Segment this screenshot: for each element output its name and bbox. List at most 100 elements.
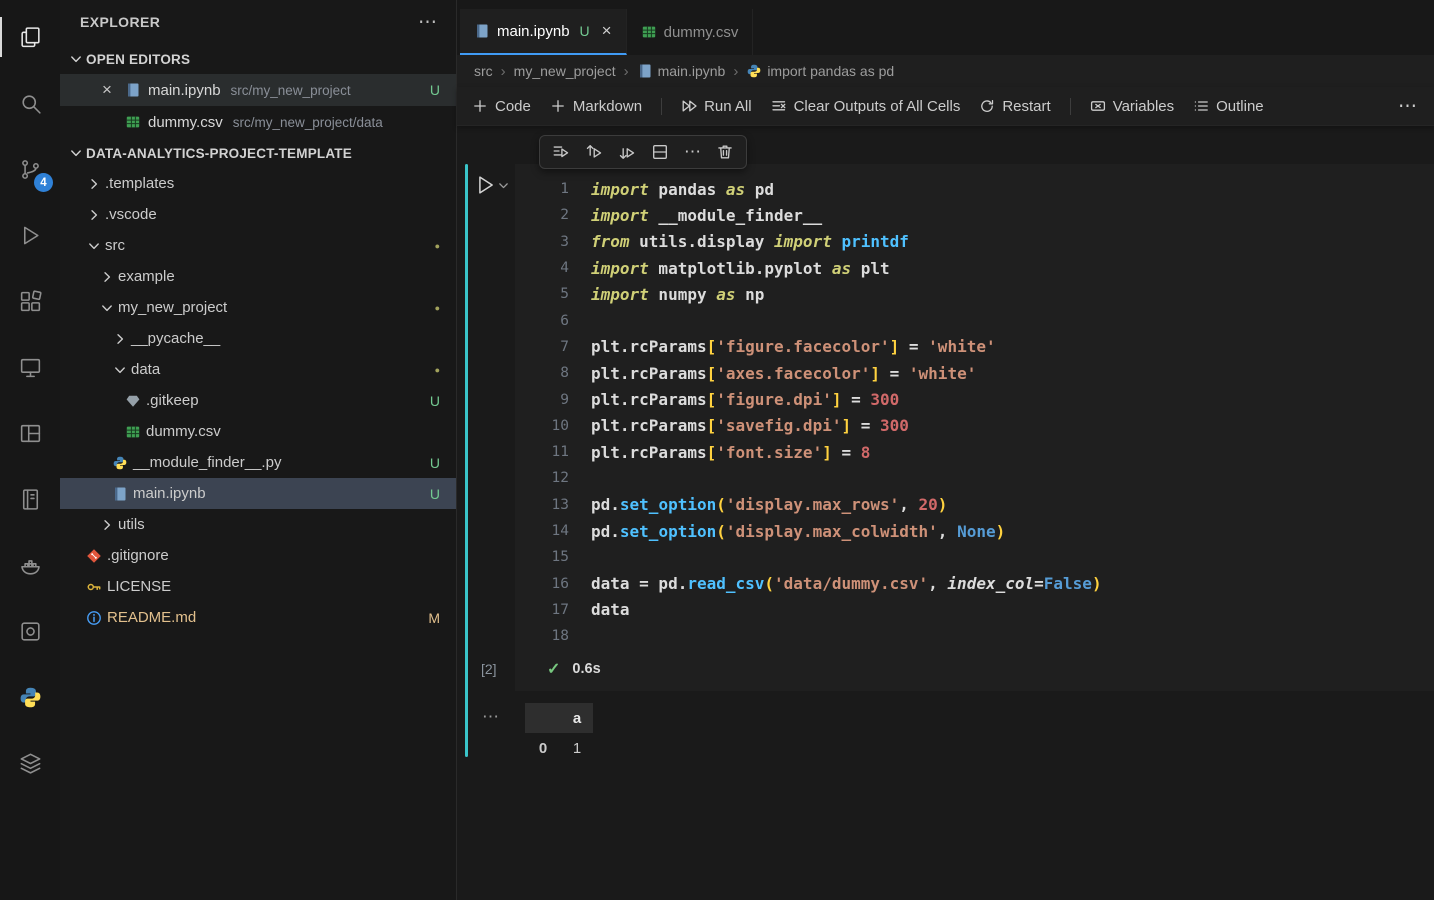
breadcrumb-item-main-ipynb[interactable]: main.ipynb bbox=[637, 63, 726, 79]
close-tab-icon[interactable]: × bbox=[602, 21, 612, 41]
code-line: 4 import matplotlib.pyplot as plt bbox=[515, 255, 1434, 281]
file-item-license[interactable]: LICENSE bbox=[60, 571, 456, 602]
toolbar-button-clear-outputs-of-all-cells[interactable]: Clear Outputs of All Cells bbox=[771, 98, 961, 115]
chevron-icon bbox=[99, 300, 115, 316]
activity-bar-item-extensions[interactable] bbox=[0, 268, 60, 334]
toolbar-button-code[interactable]: Code bbox=[472, 98, 531, 115]
execution-duration: 0.6s bbox=[572, 661, 600, 677]
tab-main-ipynb[interactable]: main.ipynbU× bbox=[460, 9, 627, 55]
toolbar-more-actions-button[interactable]: ⋯ bbox=[1398, 95, 1417, 118]
activity-bar-item-search[interactable] bbox=[0, 70, 60, 136]
folder-item-data[interactable]: data ● bbox=[60, 354, 456, 385]
item-label: .gitkeep bbox=[146, 392, 199, 409]
breadcrumb-item-my-new-project[interactable]: my_new_project bbox=[514, 63, 616, 79]
tab-dummy-csv[interactable]: dummy.csv bbox=[627, 9, 754, 55]
python-file-icon bbox=[746, 63, 762, 79]
file-item-dummy-csv[interactable]: dummy.csv bbox=[60, 416, 456, 447]
code-text: plt.rcParams['figure.facecolor'] = 'whit… bbox=[591, 337, 996, 356]
key-icon bbox=[86, 579, 102, 595]
info-icon bbox=[86, 610, 102, 626]
file-tree: .templates.vscodesrc●examplemy_new_proje… bbox=[60, 168, 456, 633]
activity-bar-item-panel-layout[interactable] bbox=[0, 400, 60, 466]
run-below-button[interactable] bbox=[618, 143, 636, 161]
explorer-icon bbox=[18, 25, 43, 50]
workspace-section-header[interactable]: DATA-ANALYTICS-PROJECT-TEMPLATE bbox=[60, 138, 456, 168]
file-item-gitignore[interactable]: .gitignore bbox=[60, 540, 456, 571]
line-number: 13 bbox=[515, 497, 569, 513]
line-number: 4 bbox=[515, 260, 569, 276]
activity-bar-item-run-and-debug[interactable] bbox=[0, 202, 60, 268]
folder-item-vscode[interactable]: .vscode bbox=[60, 199, 456, 230]
more-button[interactable]: ⋯ bbox=[684, 142, 701, 162]
variables-icon bbox=[1090, 98, 1106, 114]
run-by-line-button[interactable] bbox=[552, 143, 570, 161]
folder-item-src[interactable]: src● bbox=[60, 230, 456, 261]
code-text: import matplotlib.pyplot as plt bbox=[591, 259, 890, 278]
code-text: data bbox=[591, 600, 630, 619]
breadcrumb-item-src[interactable]: src bbox=[474, 63, 493, 79]
activity-bar-item-docker[interactable] bbox=[0, 532, 60, 598]
folder-item-utils[interactable]: utils bbox=[60, 509, 456, 540]
run-above-button[interactable] bbox=[585, 143, 603, 161]
activity-bar-item-remote-explorer[interactable] bbox=[0, 334, 60, 400]
line-number: 6 bbox=[515, 313, 569, 329]
toolbar-button-run-all[interactable]: Run All bbox=[681, 98, 752, 115]
folder-item-templates[interactable]: .templates bbox=[60, 168, 456, 199]
toolbar-button-variables[interactable]: Variables bbox=[1090, 98, 1174, 115]
activity-bar-item-explorer[interactable] bbox=[0, 4, 60, 70]
chevron-icon bbox=[99, 517, 115, 533]
toolbar-button-restart[interactable]: Restart bbox=[979, 98, 1050, 115]
breadcrumb-label: src bbox=[474, 63, 493, 79]
editor-area: main.ipynbU×dummy.csv src › my_new_project… bbox=[457, 0, 1434, 900]
folder-item-my-new-project[interactable]: my_new_project● bbox=[60, 292, 456, 323]
run-cell-button[interactable] bbox=[474, 174, 515, 196]
file-item-gitkeep[interactable]: .gitkeepU bbox=[60, 385, 456, 416]
sidebar-more-actions-button[interactable]: ⋯ bbox=[418, 11, 438, 34]
chevron-icon bbox=[86, 238, 102, 254]
outline-icon bbox=[1193, 98, 1209, 114]
notebook-toolbar: Code Markdown Run All Clear Outputs of All … bbox=[457, 87, 1434, 126]
run-all-icon bbox=[681, 98, 697, 114]
item-label: data bbox=[131, 361, 160, 378]
file-item-module-finder-py[interactable]: __module_finder__.pyU bbox=[60, 447, 456, 478]
activity-bar-item-notebook[interactable] bbox=[0, 466, 60, 532]
delete-button[interactable] bbox=[716, 143, 734, 161]
code-line: 9plt.rcParams['figure.dpi'] = 300 bbox=[515, 386, 1434, 412]
activity-bar-item-ports[interactable] bbox=[0, 598, 60, 664]
activity-bar-item-source-control[interactable]: 4 bbox=[0, 136, 60, 202]
toolbar-button-markdown[interactable]: Markdown bbox=[550, 98, 642, 115]
activity-bar-item-layers[interactable] bbox=[0, 730, 60, 796]
toolbar-button-label: Markdown bbox=[573, 98, 642, 115]
item-label: LICENSE bbox=[107, 578, 171, 595]
execution-summary: [2] ✓ 0.6s bbox=[515, 651, 1434, 687]
file-item-main-ipynb[interactable]: main.ipynbU bbox=[60, 478, 456, 509]
toolbar-button-outline[interactable]: Outline bbox=[1193, 98, 1264, 115]
line-number: 5 bbox=[515, 286, 569, 302]
notebook-icon bbox=[18, 487, 43, 512]
open-editor-item-main-ipynb[interactable]: ×main.ipynbsrc/my_new_projectU bbox=[60, 74, 456, 106]
cell-editor[interactable]: 1import pandas as pd2import __module_fin… bbox=[515, 164, 1434, 691]
folder-item-pycache[interactable]: __pycache__ bbox=[60, 323, 456, 354]
breadcrumb-label: my_new_project bbox=[514, 63, 616, 79]
explorer-sidebar: EXPLORER ⋯ OPEN EDITORS ×main.ipynbsrc/m… bbox=[60, 0, 457, 900]
activity-bar-item-python[interactable] bbox=[0, 664, 60, 730]
item-label: .vscode bbox=[105, 206, 157, 223]
git-status-badge: U bbox=[422, 455, 440, 471]
breadcrumb-item-import-pandas-as-pd[interactable]: import pandas as pd bbox=[746, 63, 894, 79]
breadcrumb-separator-icon: › bbox=[501, 63, 506, 80]
code-text: pd.set_option('display.max_rows', 20) bbox=[591, 495, 947, 514]
split-cell-button[interactable] bbox=[651, 143, 669, 161]
code-line: 10plt.rcParams['savefig.dpi'] = 300 bbox=[515, 413, 1434, 439]
close-editor-icon[interactable]: × bbox=[102, 80, 122, 100]
output-options-button[interactable]: ⋯ bbox=[482, 707, 500, 726]
git-status-badge: M bbox=[420, 610, 440, 626]
open-editor-item-dummy-csv[interactable]: ×dummy.csvsrc/my_new_project/data bbox=[60, 106, 456, 138]
modified-dot: ● bbox=[435, 365, 440, 375]
open-editors-section-header[interactable]: OPEN EDITORS bbox=[60, 44, 456, 74]
file-item-readme-md[interactable]: README.mdM bbox=[60, 602, 456, 633]
git-status-badge: U bbox=[422, 82, 440, 98]
item-label: my_new_project bbox=[118, 299, 227, 316]
item-label: dummy.csv bbox=[146, 423, 221, 440]
code-area[interactable]: 1import pandas as pd2import __module_fin… bbox=[515, 176, 1434, 649]
folder-item-example[interactable]: example bbox=[60, 261, 456, 292]
